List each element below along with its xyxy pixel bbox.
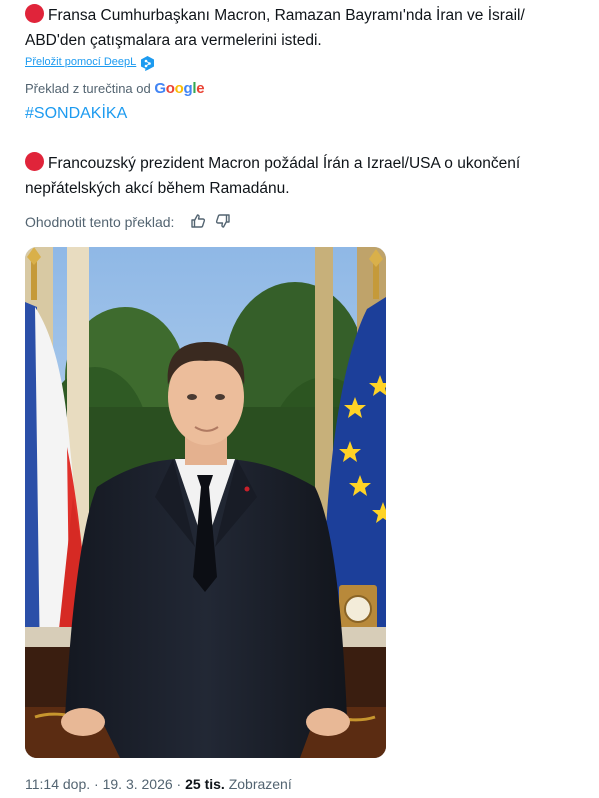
- portrait-image: [25, 247, 386, 758]
- red-circle-emoji: [25, 4, 44, 23]
- views-label: Zobrazení: [228, 776, 292, 792]
- deepl-icon: [141, 56, 154, 71]
- meta-separator: ·: [172, 776, 186, 792]
- google-logo: Google: [154, 80, 205, 97]
- views-count: 25 tis.: [185, 776, 225, 792]
- translated-text-line-2: nepřátelských akcí během Ramadánu.: [25, 180, 290, 197]
- thumb-up-icon[interactable]: [190, 213, 206, 229]
- tweet-time[interactable]: 11:14 dop.: [25, 776, 90, 792]
- original-text-line-1: Fransa Cumhurbaşkanı Macron, Ramazan Bay…: [25, 4, 593, 28]
- deepl-translate-link[interactable]: Přeložit pomocí DeepL: [25, 56, 136, 68]
- tweet: Fransa Cumhurbaşkanı Macron, Ramazan Bay…: [0, 0, 599, 798]
- red-circle-emoji: [25, 152, 44, 171]
- thumb-down-icon[interactable]: [215, 213, 231, 229]
- google-translate-attribution[interactable]: Překlad z turečtina od Google: [25, 80, 205, 97]
- meta-separator: ·: [90, 776, 103, 792]
- translated-text-line-1: Francouzský prezident Macron požádal Írá…: [25, 152, 593, 176]
- tweet-meta: 11:14 dop. · 19. 3. 2026 · 25 tis. Zobra…: [25, 776, 292, 792]
- tweet-photo[interactable]: [25, 247, 386, 758]
- tweet-date[interactable]: 19. 3. 2026: [103, 776, 173, 792]
- original-text-line-2: ABD'den çatışmalara ara vermelerini iste…: [25, 32, 322, 49]
- rate-translation-label: Ohodnotit tento překlad:: [25, 214, 175, 230]
- hashtag-link[interactable]: #SONDAKİKA: [25, 102, 127, 126]
